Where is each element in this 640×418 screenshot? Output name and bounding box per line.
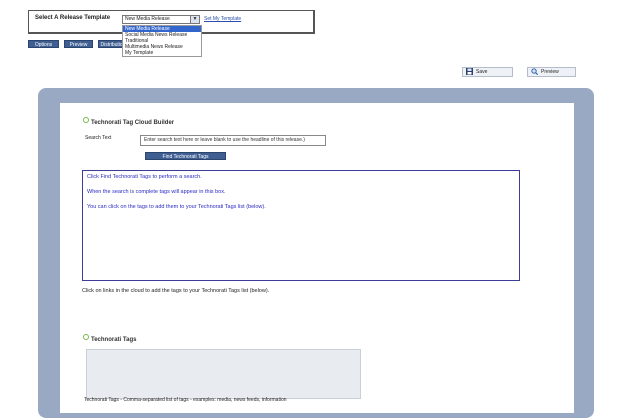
section-leaf-icon (83, 117, 89, 123)
cloud-message: When the search is complete tags will ap… (87, 189, 226, 195)
chevron-down-icon[interactable]: ▼ (190, 16, 199, 23)
tab-options[interactable]: Options (28, 40, 59, 48)
cloud-instructions: Click on links in the cloud to add the t… (82, 288, 270, 294)
cloud-message: Click Find Technorati Tags to perform a … (87, 174, 202, 180)
template-option[interactable]: My Template (123, 50, 201, 56)
tab-preview[interactable]: Preview (64, 40, 93, 48)
template-select-value: New Media Release (125, 16, 170, 22)
section-leaf-icon (83, 334, 89, 340)
search-text-input[interactable]: Enter search text here or leave blank to… (140, 135, 326, 146)
save-button[interactable]: Save (462, 67, 513, 77)
cloud-builder-title: Technorati Tag Cloud Builder (91, 120, 175, 126)
magnifier-icon (531, 68, 539, 76)
technorati-tags-hint: Technorati Tags - Comma-separated list o… (84, 397, 287, 403)
save-icon (466, 68, 473, 76)
save-label: Save (476, 69, 488, 75)
cloud-message: You can click on the tags to add them to… (87, 204, 266, 210)
tag-cloud-box: Click Find Technorati Tags to perform a … (82, 170, 520, 281)
preview-button[interactable]: Preview (527, 67, 576, 77)
template-dropdown-list: New Media Release Social Media News Rele… (122, 25, 202, 57)
search-text-label: Search Text (85, 135, 112, 141)
template-selector-label: Select A Release Template (35, 15, 111, 21)
template-select[interactable]: New Media Release ▼ (122, 15, 200, 24)
find-technorati-tags-button[interactable]: Find Technorati Tags (145, 152, 226, 160)
technorati-tags-title: Technorati Tags (91, 337, 137, 343)
technorati-tags-textarea[interactable] (86, 349, 361, 399)
preview-label: Preview (541, 69, 559, 75)
set-my-template-link[interactable]: Set My Template (204, 16, 241, 22)
